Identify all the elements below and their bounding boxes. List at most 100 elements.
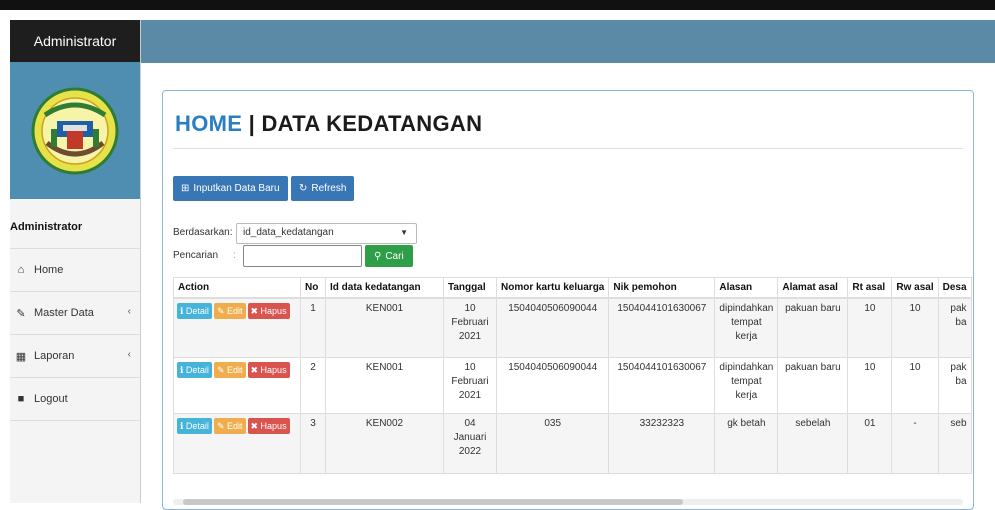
- cell-kk: 1504040506090044: [495, 357, 610, 414]
- filter-label: Berdasarkan:: [173, 227, 233, 238]
- add-data-label: Inputkan Data Baru: [193, 183, 280, 194]
- home-icon: ⌂: [17, 264, 25, 276]
- filter-select[interactable]: id_data_kedatangan ▼: [236, 223, 417, 244]
- cell-alamat: sebelah: [777, 413, 849, 474]
- search-separator: :: [233, 250, 236, 261]
- detail-button[interactable]: ℹ Detail: [177, 302, 212, 319]
- sidebar-item-label: Master Data: [34, 307, 94, 319]
- logout-icon: ■: [17, 393, 25, 405]
- cell-desa: seb: [937, 413, 972, 474]
- edit-button[interactable]: ✎ Edit: [213, 302, 246, 319]
- filter-value: id_data_kedatangan: [243, 227, 334, 238]
- row-actions: ℹ Detail ✎ Edit ✖ Hapus: [173, 297, 301, 358]
- delete-button[interactable]: ✖ Hapus: [247, 302, 290, 319]
- search-label: Pencarian: [173, 250, 219, 261]
- cell-desa: pak ba: [937, 357, 972, 414]
- table-row: ℹ Detail ✎ Edit ✖ Hapus 1 KEN001 10 Februa…: [173, 297, 972, 358]
- detail-label: Detail: [185, 305, 209, 316]
- cell-tanggal: 10 Februari 2021: [443, 297, 497, 358]
- col-rt: Rt asal: [847, 277, 893, 299]
- cell-nik: 1504044101630067: [608, 297, 716, 358]
- col-action: Action: [173, 277, 301, 299]
- page-title: HOME | DATA KEDATANGAN: [175, 111, 482, 137]
- edit-icon: ✎: [16, 307, 26, 320]
- delete-label: Hapus: [260, 421, 287, 431]
- cell-no: 3: [300, 413, 326, 474]
- detail-label: Detail: [185, 421, 209, 431]
- cell-alasan: dipindahkan tempat kerja: [714, 297, 779, 358]
- edit-label: Edit: [226, 365, 243, 375]
- cell-desa: pak ba: [937, 297, 972, 358]
- sidebar-item-master-data[interactable]: ✎ Master Data ‹: [10, 292, 140, 335]
- row-actions: ℹ Detail ✎ Edit ✖ Hapus: [173, 357, 301, 414]
- top-navbar: [141, 20, 995, 63]
- cell-no: 2: [300, 357, 326, 414]
- refresh-button[interactable]: ↻ Refresh: [291, 176, 355, 201]
- cell-rw: 10: [891, 357, 939, 414]
- col-kk: Nomor kartu keluarga: [495, 277, 610, 299]
- cell-no: 1: [300, 297, 326, 358]
- edit-button[interactable]: ✎ Edit: [213, 362, 246, 378]
- cell-nik: 1504044101630067: [608, 357, 716, 414]
- col-alasan: Alasan: [714, 277, 779, 299]
- app-frame: Administrator Administrator ⌂ Home ✎ Mas…: [0, 0, 995, 510]
- cell-tanggal: 04 Januari 2022: [443, 413, 497, 474]
- col-tanggal: Tanggal: [443, 277, 497, 299]
- edit-label: Edit: [226, 421, 243, 431]
- detail-button[interactable]: ℹ Detail: [177, 418, 212, 434]
- cell-alamat: pakuan baru: [777, 297, 849, 358]
- search-button[interactable]: ⚲ Cari: [365, 245, 413, 267]
- sidebar-item-home[interactable]: ⌂ Home: [10, 249, 140, 292]
- cell-id: KEN001: [325, 297, 444, 358]
- col-no: No: [300, 277, 326, 299]
- plus-icon: ⊞: [181, 183, 190, 194]
- sidebar-item-label: Laporan: [34, 350, 75, 362]
- sidebar-app-title: Administrator: [10, 20, 140, 62]
- sidebar-item-label: Logout: [34, 393, 68, 405]
- refresh-icon: ↻: [299, 183, 308, 194]
- sidebar-item-logout[interactable]: ■ Logout: [10, 378, 140, 421]
- chevron-left-icon: ‹: [127, 349, 131, 360]
- delete-button[interactable]: ✖ Hapus: [247, 418, 290, 434]
- cell-id: KEN001: [325, 357, 444, 414]
- cell-tanggal: 10 Februari 2021: [443, 357, 497, 414]
- scrollbar-thumb[interactable]: [183, 499, 683, 505]
- cell-alasan: dipindahkan tempat kerja: [714, 357, 779, 414]
- cell-kk: 1504040506090044: [495, 297, 610, 358]
- delete-label: Hapus: [260, 305, 287, 316]
- sidebar-item-label: Home: [34, 264, 64, 276]
- title-divider: [173, 148, 963, 149]
- search-button-label: Cari: [385, 250, 404, 262]
- chevron-left-icon: ‹: [127, 306, 131, 317]
- data-table: Action No Id data kedatangan Tanggal Nom…: [173, 277, 972, 474]
- cell-kk: 035: [495, 413, 610, 474]
- detail-label: Detail: [185, 365, 209, 375]
- search-icon: ⚲: [374, 250, 382, 262]
- emblem-icon: [31, 87, 119, 174]
- cell-alasan: gk betah: [714, 413, 779, 474]
- sidebar-item-laporan[interactable]: ▦ Laporan ‹: [10, 335, 140, 378]
- horizontal-scrollbar[interactable]: [173, 499, 963, 505]
- cell-rw: 10: [891, 297, 939, 358]
- cell-rt: 10: [847, 357, 893, 414]
- col-nik: Nik pemohon: [608, 277, 716, 299]
- cell-alamat: pakuan baru: [777, 357, 849, 414]
- delete-button[interactable]: ✖ Hapus: [247, 362, 290, 378]
- page-title-home: HOME: [175, 111, 243, 136]
- col-rw: Rw asal: [891, 277, 939, 299]
- page-title-rest: | DATA KEDATANGAN: [242, 111, 483, 136]
- add-data-button[interactable]: ⊞ Inputkan Data Baru: [173, 176, 288, 201]
- dropdown-caret-icon: ▼: [400, 228, 408, 237]
- delete-label: Hapus: [260, 365, 287, 375]
- cell-rt: 10: [847, 297, 893, 358]
- edit-label: Edit: [226, 305, 243, 316]
- col-alamat: Alamat asal: [777, 277, 849, 299]
- sidebar: Administrator Administrator ⌂ Home ✎ Mas…: [10, 20, 141, 503]
- cell-id: KEN002: [325, 413, 444, 474]
- detail-button[interactable]: ℹ Detail: [177, 362, 212, 378]
- row-actions: ℹ Detail ✎ Edit ✖ Hapus: [173, 413, 301, 474]
- search-input[interactable]: [243, 245, 362, 267]
- refresh-label: Refresh: [311, 183, 347, 194]
- cell-rw: -: [891, 413, 939, 474]
- edit-button[interactable]: ✎ Edit: [213, 418, 246, 434]
